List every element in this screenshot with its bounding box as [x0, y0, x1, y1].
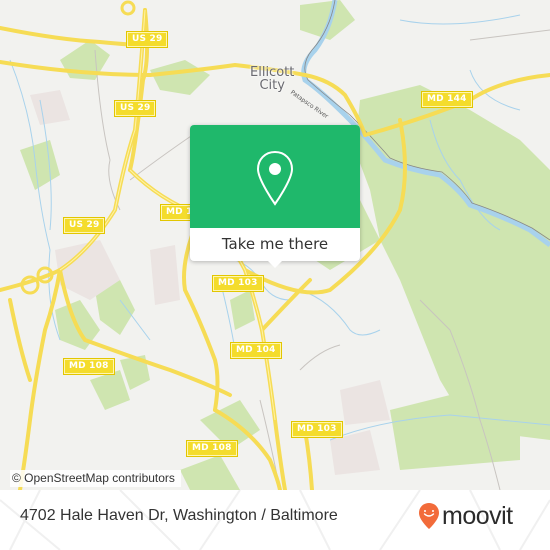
- footer-bar: 4702 Hale Haven Dr, Washington / Baltimo…: [0, 490, 550, 550]
- map-attribution[interactable]: © OpenStreetMap contributors: [10, 470, 181, 487]
- moovit-pin-smile-icon: [419, 503, 439, 529]
- road-shield-md144: MD 144: [421, 91, 473, 108]
- road-shield-us29: US 29: [62, 217, 106, 234]
- map-view[interactable]: Ellicott City Patapsco River US 29 US 29…: [0, 0, 550, 490]
- road-shield-md108: MD 108: [63, 358, 115, 375]
- address-text: 4702 Hale Haven Dr, Washington / Baltimo…: [20, 507, 338, 524]
- map-pin-icon: [256, 150, 294, 206]
- road-shield-md108: MD 108: [186, 440, 238, 457]
- road-shield-md104: MD 104: [230, 342, 282, 359]
- destination-popup: Take me there: [190, 125, 360, 268]
- popup-pointer: [267, 260, 283, 268]
- popup-header: [190, 125, 360, 228]
- city-label-line-2: City: [259, 78, 285, 93]
- city-label-ellicott-city: Ellicott City: [250, 66, 294, 92]
- road-shield-md103: MD 103: [291, 421, 343, 438]
- moovit-wordmark: moovit: [442, 502, 513, 530]
- take-me-there-button[interactable]: Take me there: [190, 229, 360, 259]
- road-shield-md103: MD 103: [212, 275, 264, 292]
- road-shield-us29: US 29: [113, 100, 157, 117]
- moovit-logo[interactable]: moovit: [418, 502, 513, 530]
- road-shield-us29: US 29: [125, 31, 169, 48]
